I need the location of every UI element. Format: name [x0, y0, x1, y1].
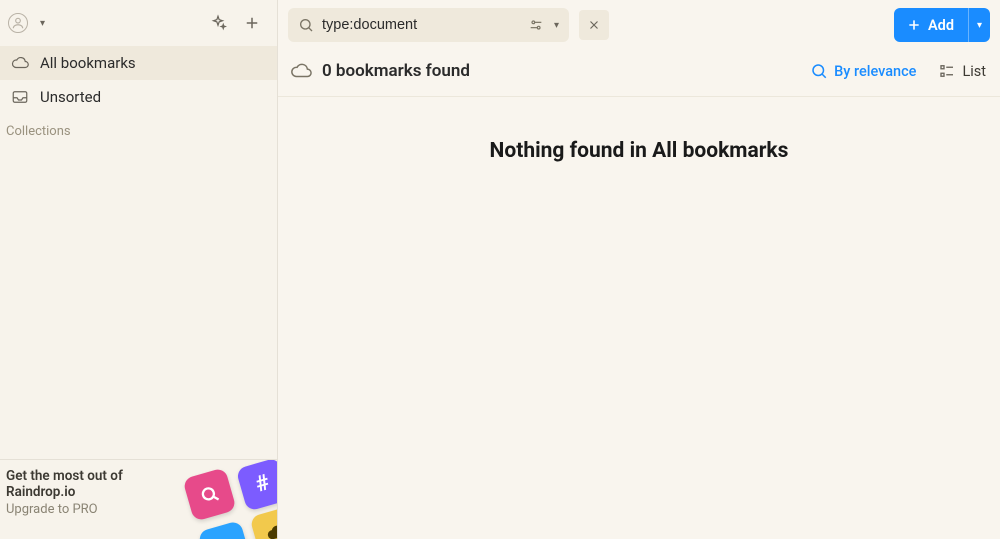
search-box[interactable]: ▾	[288, 8, 569, 42]
inbox-icon	[10, 87, 30, 107]
add-button-group: Add ▾	[894, 8, 990, 42]
add-button[interactable]: Add	[894, 8, 968, 42]
sort-label: By relevance	[834, 63, 916, 80]
view-mode-button[interactable]: List	[938, 62, 986, 80]
sidebar-item-unsorted[interactable]: Unsorted	[0, 80, 277, 114]
collections-heading: Collections	[0, 114, 277, 145]
results-header: 0 bookmarks found By relevance List	[278, 50, 1000, 97]
sidebar-item-label: Unsorted	[40, 88, 101, 106]
user-menu-caret[interactable]: ▾	[36, 14, 49, 33]
sidebar: ▾ All bookmarks Unsorted Collections Get…	[0, 0, 278, 539]
promo-tile-hash: #	[235, 459, 277, 511]
search-filter-caret[interactable]: ▾	[550, 16, 563, 35]
sidebar-item-all-bookmarks[interactable]: All bookmarks	[0, 46, 277, 80]
promo-tile-search	[182, 467, 236, 521]
user-avatar[interactable]	[8, 13, 28, 33]
view-label: List	[962, 63, 986, 80]
sparkle-icon[interactable]	[205, 10, 231, 36]
upgrade-promo[interactable]: Get the most out of Raindrop.io Upgrade …	[0, 459, 277, 539]
topbar: ▾ Add ▾	[278, 0, 1000, 50]
add-button-label: Add	[928, 17, 954, 34]
sort-button[interactable]: By relevance	[810, 62, 916, 80]
cloud-icon	[290, 60, 312, 82]
empty-state-title: Nothing found in All bookmarks	[278, 97, 1000, 163]
sidebar-item-label: All bookmarks	[40, 54, 136, 72]
results-count: 0 bookmarks found	[322, 61, 470, 81]
clear-search-button[interactable]	[579, 10, 609, 40]
search-input[interactable]	[322, 17, 516, 33]
search-icon	[298, 17, 314, 33]
add-dropdown-button[interactable]: ▾	[968, 8, 990, 42]
main-content: ▾ Add ▾ 0 bookmarks found By relevance L…	[278, 0, 1000, 539]
add-collection-icon[interactable]	[239, 10, 265, 36]
search-filter-icon[interactable]	[524, 13, 548, 37]
cloud-icon	[10, 53, 30, 73]
sidebar-header: ▾	[0, 0, 277, 46]
